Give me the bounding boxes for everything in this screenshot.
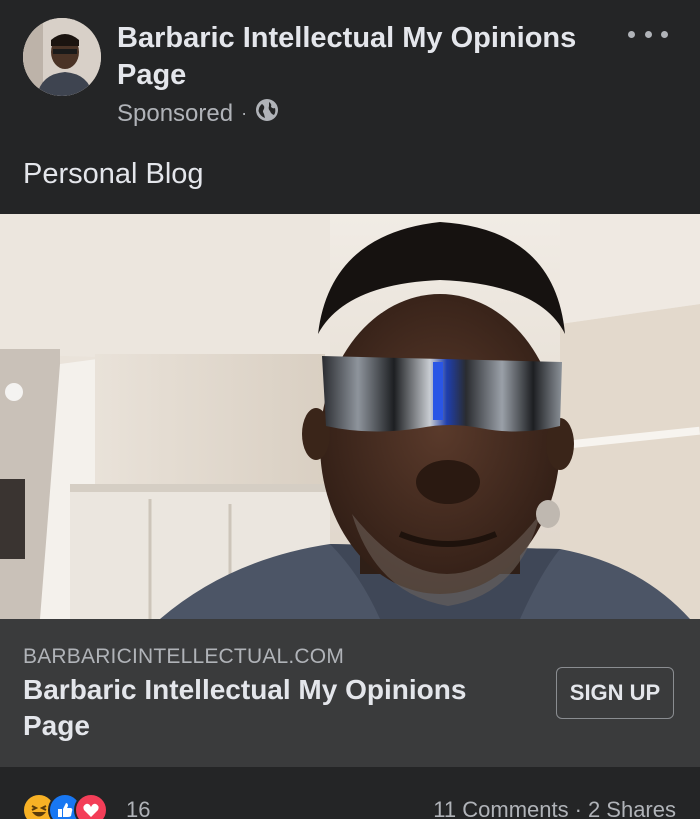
more-options-icon[interactable] — [628, 22, 668, 46]
post-text: Personal Blog — [23, 158, 204, 190]
engagement-stats: 11 Comments · 2 Shares — [433, 797, 676, 819]
post-header: Barbaric Intellectual My Opinions Page S… — [0, 0, 700, 150]
post-meta: Sponsored · — [117, 98, 279, 129]
reaction-count[interactable]: 16 — [126, 797, 150, 819]
post-photo[interactable] — [0, 214, 700, 619]
link-domain: BARBARICINTELLECTUAL.COM — [23, 645, 345, 668]
page-avatar[interactable] — [23, 18, 101, 96]
page-name-link[interactable]: Barbaric Intellectual My Opinions Page — [117, 20, 607, 94]
globe-icon — [255, 98, 279, 129]
reactions-bar: 16 11 Comments · 2 Shares — [0, 767, 700, 819]
love-icon — [74, 793, 108, 819]
comments-count[interactable]: 11 Comments — [433, 797, 568, 819]
link-preview-card[interactable]: BARBARICINTELLECTUAL.COM Barbaric Intell… — [0, 619, 700, 767]
meta-separator: · — [241, 103, 248, 123]
reaction-icons[interactable] — [22, 793, 108, 819]
shares-count[interactable]: 2 Shares — [588, 797, 676, 819]
sign-up-button[interactable]: SIGN UP — [556, 667, 674, 719]
engagement-separator: · — [574, 797, 582, 819]
sponsored-post: Barbaric Intellectual My Opinions Page S… — [0, 0, 700, 819]
sponsored-label[interactable]: Sponsored — [117, 100, 233, 128]
link-title[interactable]: Barbaric Intellectual My Opinions Page — [23, 672, 523, 744]
